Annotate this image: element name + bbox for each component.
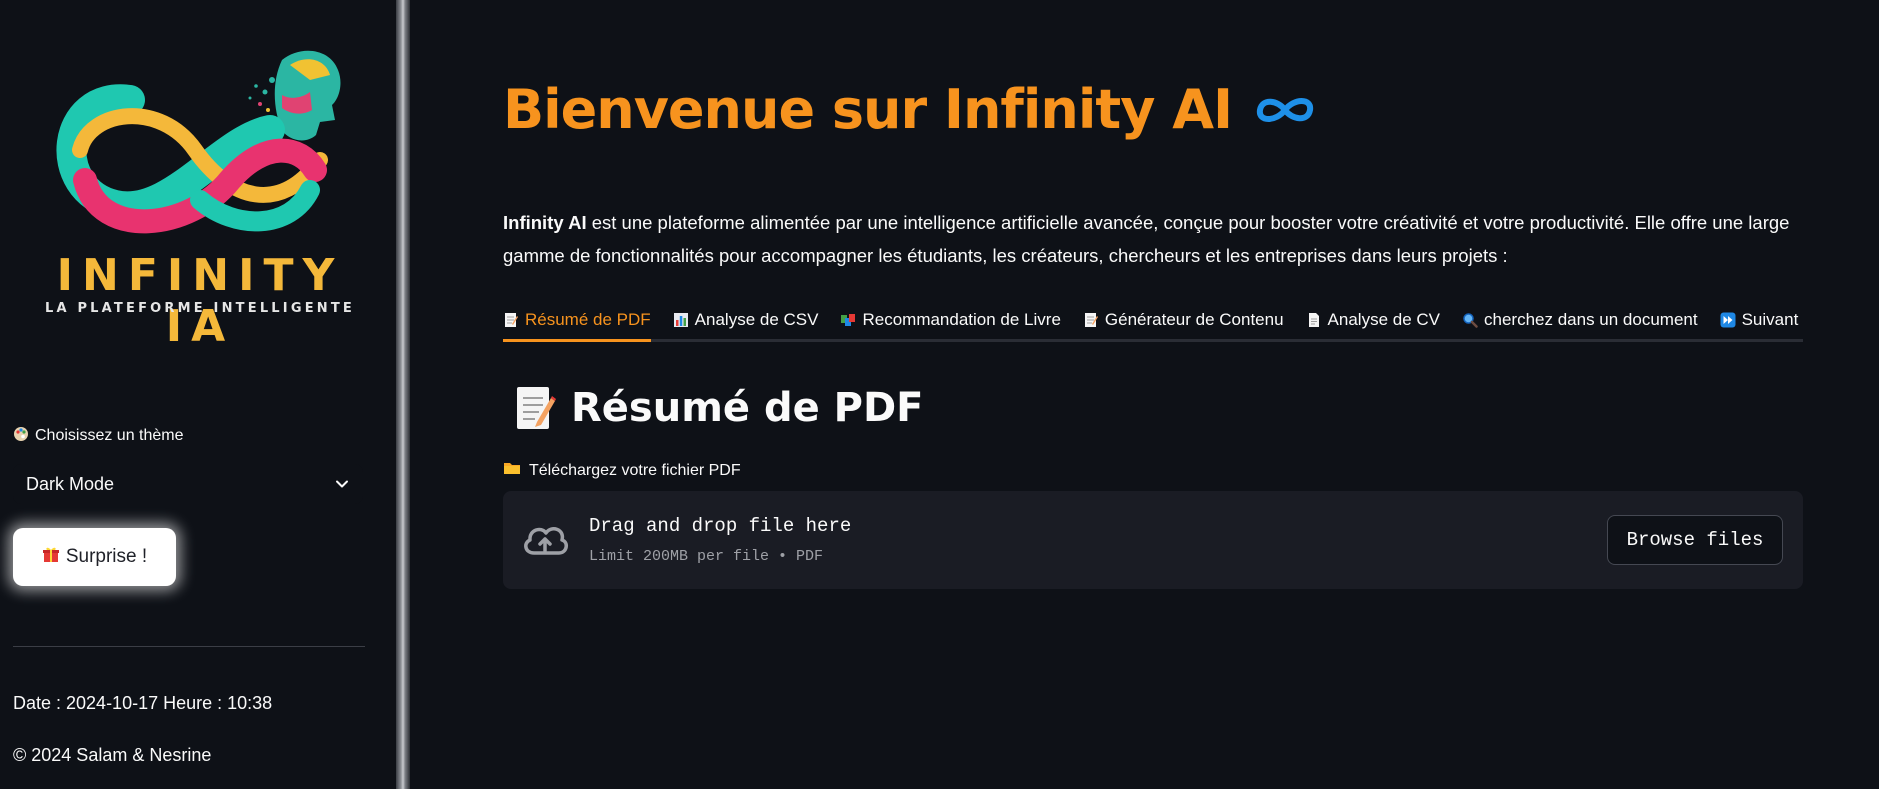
intro-text: est une plateforme alimentée par une int… bbox=[503, 212, 1790, 266]
upload-label: Téléchargez votre fichier PDF bbox=[503, 460, 741, 481]
theme-label-text: Choisissez un thème bbox=[35, 427, 184, 444]
tab-label: Analyse de CSV bbox=[694, 309, 819, 329]
main-content: Bienvenue sur Infinity AI Infinity AI es… bbox=[410, 0, 1879, 789]
tab-label: Recommandation de Livre bbox=[862, 309, 1061, 329]
tab-label: Résumé de PDF bbox=[525, 309, 651, 329]
upload-label-text: Téléchargez votre fichier PDF bbox=[529, 461, 741, 479]
copyright-text: © 2024 Salam & Nesrine bbox=[13, 745, 212, 765]
infinity-ia-logo: INFINITY IA LA PLATEFORME INTELLIGENTE bbox=[20, 40, 380, 352]
magnifier-icon bbox=[1462, 312, 1478, 328]
tab-resume-pdf[interactable]: Résumé de PDF bbox=[503, 300, 651, 342]
intro-paragraph: Infinity AI est une plateforme alimentée… bbox=[503, 206, 1823, 272]
tab-analyse-cv[interactable]: Analyse de CV bbox=[1306, 300, 1440, 339]
tab-suivant[interactable]: Suivant bbox=[1720, 300, 1799, 339]
dropzone-main-text: Drag and drop file here bbox=[589, 515, 852, 537]
folder-icon bbox=[503, 460, 521, 481]
tab-label: Générateur de Contenu bbox=[1104, 309, 1284, 329]
tab-cherchez-document[interactable]: cherchez dans un document bbox=[1462, 300, 1698, 339]
sidebar-divider bbox=[13, 646, 365, 647]
chevron-down-icon bbox=[336, 480, 348, 488]
books-icon bbox=[840, 312, 856, 328]
page-title-text: Bienvenue sur Infinity AI bbox=[503, 78, 1233, 141]
memo-icon bbox=[1083, 312, 1099, 328]
section-title-text: Résumé de PDF bbox=[571, 385, 924, 431]
section-title: Résumé de PDF bbox=[513, 384, 923, 432]
tab-analyse-csv[interactable]: Analyse de CSV bbox=[673, 300, 819, 339]
theme-select[interactable]: Dark Mode bbox=[13, 464, 363, 504]
gift-icon bbox=[42, 545, 60, 569]
file-dropzone[interactable]: Drag and drop file here Limit 200MB per … bbox=[503, 491, 1803, 589]
theme-label: Choisissez un thème bbox=[13, 426, 184, 446]
bar-chart-icon bbox=[673, 312, 689, 328]
cloud-upload-icon bbox=[524, 527, 568, 555]
sidebar-resize-handle[interactable] bbox=[396, 0, 410, 789]
infinity-icon bbox=[1257, 97, 1314, 122]
memo-icon bbox=[503, 312, 519, 328]
feature-tabs: Résumé de PDF Analyse de CSV Recommandat… bbox=[503, 300, 1803, 342]
tab-label: Analyse de CV bbox=[1327, 309, 1440, 329]
dropzone-limit-text: Limit 200MB per file • PDF bbox=[589, 548, 824, 565]
page-title: Bienvenue sur Infinity AI bbox=[503, 78, 1316, 141]
page-icon bbox=[1306, 312, 1322, 328]
surprise-button-label: Surprise ! bbox=[65, 546, 148, 567]
memo-icon bbox=[513, 384, 557, 432]
tab-recommandation-livre[interactable]: Recommandation de Livre bbox=[840, 300, 1061, 339]
fast-forward-icon bbox=[1720, 312, 1736, 328]
logo-graphic bbox=[56, 50, 341, 234]
tab-label: Suivant bbox=[1741, 309, 1799, 329]
surprise-button[interactable]: Surprise ! bbox=[13, 528, 176, 586]
datetime-text: Date : 2024-10-17 Heure : 10:38 bbox=[13, 693, 273, 713]
palette-icon bbox=[13, 426, 29, 446]
logo-subtitle: LA PLATEFORME INTELLIGENTE bbox=[44, 301, 355, 316]
browse-files-button[interactable]: Browse files bbox=[1607, 515, 1783, 565]
app-window: INFINITY IA LA PLATEFORME INTELLIGENTE C… bbox=[0, 0, 1879, 789]
tab-generateur-contenu[interactable]: Générateur de Contenu bbox=[1083, 300, 1284, 339]
intro-bold: Infinity AI bbox=[503, 212, 587, 233]
theme-select-value: Dark Mode bbox=[26, 473, 115, 494]
tab-label: cherchez dans un document bbox=[1484, 309, 1698, 329]
sidebar: INFINITY IA LA PLATEFORME INTELLIGENTE C… bbox=[0, 0, 396, 789]
